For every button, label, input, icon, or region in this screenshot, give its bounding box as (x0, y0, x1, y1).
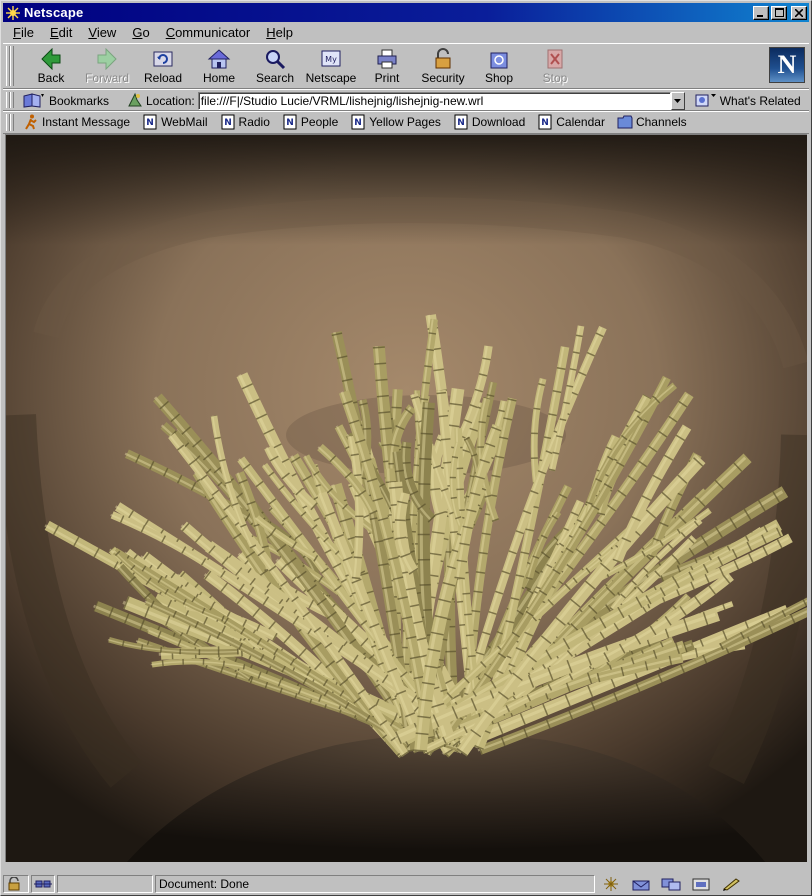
status-text: Document: Done (155, 875, 595, 893)
forward-button[interactable]: Forward (79, 47, 135, 87)
stop-button[interactable]: Stop (527, 47, 583, 87)
menu-edit[interactable]: Edit (42, 25, 80, 40)
minimize-button[interactable] (753, 5, 769, 20)
radio-link[interactable]: N Radio (220, 114, 270, 130)
bookmark-page-icon: N (350, 114, 366, 130)
whats-related-label: What's Related (719, 94, 801, 108)
menu-communicator[interactable]: Communicator (158, 25, 259, 40)
reload-button[interactable]: Reload (135, 47, 191, 87)
url-dropdown-button[interactable] (670, 92, 685, 110)
shop-bag-icon (486, 47, 512, 71)
folder-icon (617, 114, 633, 130)
page-proxy-icon[interactable] (127, 92, 143, 111)
svg-text:N: N (541, 118, 549, 128)
webmail-link[interactable]: N WebMail (142, 114, 208, 130)
download-link[interactable]: N Download (453, 114, 525, 130)
home-icon (206, 47, 232, 71)
my-netscape-icon: My (318, 47, 344, 71)
mail-inbox-icon[interactable] (631, 876, 651, 892)
whats-related-button[interactable]: What's Related (695, 92, 801, 111)
bookmarks-icon (23, 92, 45, 111)
security-lock-status-icon[interactable] (3, 875, 29, 893)
menu-file[interactable]: File (3, 25, 42, 40)
bookmark-page-icon: N (282, 114, 298, 130)
close-button[interactable] (791, 5, 807, 20)
chevron-down-icon (674, 99, 682, 103)
title-bar[interactable]: Netscape (3, 3, 809, 22)
navigator-icon[interactable] (601, 876, 621, 892)
bookmark-page-icon: N (453, 114, 469, 130)
padlock-icon (430, 47, 456, 71)
netscape-n-logo[interactable]: N (769, 47, 805, 83)
svg-text:N: N (224, 118, 232, 128)
vrml-viewport[interactable] (5, 134, 807, 862)
svg-text:N: N (146, 118, 154, 128)
toolbar-grip[interactable] (5, 114, 14, 131)
yellow-pages-link[interactable]: N Yellow Pages (350, 114, 441, 130)
back-button[interactable]: Back (23, 47, 79, 87)
progress-meter (57, 875, 153, 893)
svg-text:N: N (286, 118, 294, 128)
menu-go[interactable]: Go (124, 25, 157, 40)
back-arrow-icon (38, 47, 64, 71)
bookmark-page-icon: N (142, 114, 158, 130)
menu-view[interactable]: View (80, 25, 124, 40)
stop-icon (542, 47, 568, 71)
search-icon (262, 47, 288, 71)
netscape-button[interactable]: My Netscape (303, 47, 359, 87)
forward-arrow-icon (94, 47, 120, 71)
window-title: Netscape (24, 5, 84, 20)
svg-text:N: N (457, 118, 465, 128)
bookmarks-label: Bookmarks (49, 94, 110, 108)
location-toolbar: Bookmarks Location: file:///F|/Studio Lu… (3, 89, 809, 111)
toolbar-grip[interactable] (5, 46, 14, 86)
location-label: Location: (146, 94, 195, 108)
calendar-link[interactable]: N Calendar (537, 114, 605, 130)
shop-button[interactable]: Shop (471, 47, 527, 87)
pen-edit-icon[interactable] (721, 876, 741, 892)
navigation-toolbar: Back Forward Reload Home Search My Netsc… (3, 43, 809, 89)
component-bar (601, 876, 741, 892)
location-url-field[interactable]: file:///F|/Studio Lucie/VRML/lishejnig/l… (197, 92, 671, 110)
channels-link[interactable]: Channels (617, 114, 687, 130)
browser-window: Netscape File Edit View Go Communicator … (0, 0, 812, 896)
running-man-icon (23, 114, 39, 130)
discussions-icon[interactable] (661, 876, 681, 892)
instant-message-link[interactable]: Instant Message (23, 114, 130, 130)
bookmarks-button[interactable]: Bookmarks (23, 92, 123, 111)
bookmark-page-icon: N (220, 114, 236, 130)
svg-text:My: My (325, 55, 337, 64)
svg-text:N: N (354, 118, 362, 128)
personal-toolbar: Instant Message N WebMail N Radio N Peop… (3, 111, 809, 134)
search-button[interactable]: Search (247, 47, 303, 87)
status-bar: Document: Done (3, 874, 809, 894)
print-button[interactable]: Print (359, 47, 415, 87)
printer-icon (374, 47, 400, 71)
online-connection-icon[interactable] (31, 875, 55, 893)
security-button[interactable]: Security (415, 47, 471, 87)
reload-icon (150, 47, 176, 71)
home-button[interactable]: Home (191, 47, 247, 87)
composer-icon[interactable] (691, 876, 711, 892)
vrml-scene[interactable] (6, 135, 807, 862)
netscape-app-icon (5, 5, 21, 21)
menu-bar: File Edit View Go Communicator Help (3, 22, 809, 42)
location-label-group: Location: (127, 92, 195, 111)
bookmark-page-icon: N (537, 114, 553, 130)
people-link[interactable]: N People (282, 114, 338, 130)
location-url-text: file:///F|/Studio Lucie/VRML/lishejnig/l… (200, 94, 484, 108)
toolbar-grip[interactable] (5, 92, 14, 108)
whats-related-icon (695, 92, 717, 111)
menu-help[interactable]: Help (258, 25, 301, 40)
maximize-button[interactable] (771, 5, 787, 20)
